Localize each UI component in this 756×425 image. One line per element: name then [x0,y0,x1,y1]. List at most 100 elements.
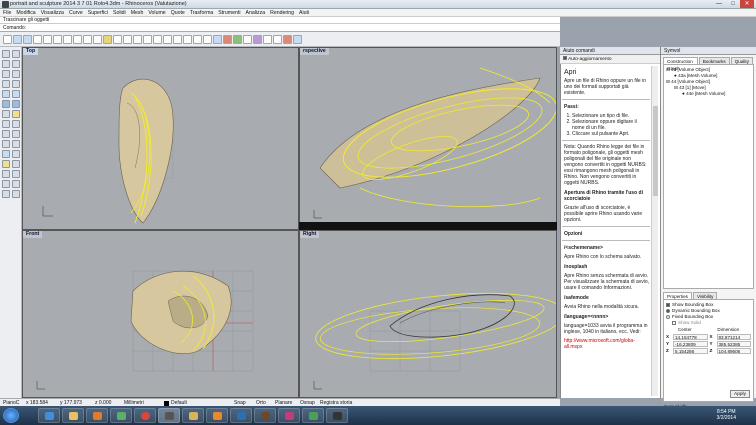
fixed-bbox-radio[interactable] [666,315,670,319]
trim-icon[interactable] [12,110,20,118]
minimize-button[interactable]: — [712,0,726,8]
cut-icon[interactable] [53,34,62,44]
move-icon[interactable] [2,120,10,128]
help-icon[interactable] [293,34,302,44]
system-clock[interactable]: 8:54 PM 3/2/2014 [717,409,736,421]
dim-x-field[interactable]: 93.871214 [716,334,751,340]
mirror-icon[interactable] [2,140,10,148]
extrude-icon[interactable] [12,90,20,98]
redo-icon[interactable] [93,34,102,44]
viewport-label-top[interactable]: Top [23,48,39,55]
explode-icon[interactable] [12,180,20,188]
text-icon[interactable] [12,160,20,168]
viewport-top[interactable]: Top [22,47,299,230]
menu-superfici[interactable]: Superfici [88,9,108,17]
tab-properties[interactable]: Properties [663,292,692,299]
shaded-icon[interactable] [213,34,222,44]
arc-icon[interactable] [12,70,20,78]
layers-icon[interactable] [233,34,242,44]
material-icon[interactable] [283,34,292,44]
apply-button[interactable]: Apply [730,390,750,398]
analyze-icon[interactable] [2,170,10,178]
viewport-perspective[interactable]: rspective [299,47,557,230]
center-y-field[interactable]: -16.23809 [673,341,708,347]
join-icon[interactable] [2,180,10,188]
taskbar-illustrator[interactable] [206,408,228,423]
menu-modifica[interactable]: Modifica [16,9,35,17]
select-icon[interactable] [193,34,202,44]
taskbar-bridge[interactable] [254,408,276,423]
copy-object-icon[interactable] [12,120,20,128]
menu-visualizza[interactable]: Visualizza [41,9,64,17]
perspective-view-canvas[interactable] [300,48,557,230]
menu-curve[interactable]: Curve [69,9,83,17]
import-icon[interactable] [43,34,52,44]
undo-icon[interactable] [83,34,92,44]
command-input[interactable] [29,25,230,31]
taskbar-explorer[interactable] [62,408,84,423]
dim-y-field[interactable]: 385.52385 [716,341,751,347]
four-viewports-icon[interactable] [173,34,182,44]
close-button[interactable]: ✕ [740,0,754,8]
menu-solidi[interactable]: Solidi [113,9,126,17]
curve-icon[interactable] [12,60,20,68]
tab-bookmarks[interactable]: Bookmarks [698,57,730,64]
dynamic-bbox-radio[interactable] [666,309,670,313]
front-view-canvas[interactable] [23,231,299,398]
viewport-label-front[interactable]: Front [23,231,43,238]
render-tool-icon[interactable] [12,170,20,178]
taskbar-app[interactable] [110,408,132,423]
tab-visibility[interactable]: Visibility [692,292,718,299]
viewport-right[interactable]: Right [299,230,557,398]
menu-rendering[interactable]: Rendering [270,9,294,17]
polygon-icon[interactable] [12,80,20,88]
rendered-icon[interactable] [223,34,232,44]
taskbar-indesign[interactable] [278,408,300,423]
pan-hand-icon[interactable] [103,34,112,44]
menu-aiuti[interactable]: Aiuti [299,9,309,17]
help-scroll-thumb[interactable] [653,106,658,196]
taskbar-ie[interactable] [38,408,60,423]
tree-node[interactable]: ● 44e [Mesh Volume] [666,91,751,97]
zoom-extents-icon[interactable] [143,34,152,44]
menu-mesh[interactable]: Mesh [131,9,144,17]
rectangle-icon[interactable] [2,80,10,88]
wireframe-icon[interactable] [203,34,212,44]
zoom-selected-icon[interactable] [153,34,162,44]
copy-icon[interactable] [63,34,72,44]
render-icon[interactable] [273,34,282,44]
top-view-canvas[interactable] [23,48,299,230]
viewport-label-perspective[interactable]: rspective [300,48,329,55]
boolean-icon[interactable] [2,150,10,158]
taskbar-media[interactable] [86,408,108,423]
polyline-icon[interactable] [2,60,10,68]
menu-volume[interactable]: Volume [148,9,165,17]
viewport-label-right[interactable]: Right [300,231,320,238]
menu-file[interactable]: File [3,9,11,17]
rotate-icon[interactable] [2,130,10,138]
menu-strumenti[interactable]: Strumenti [218,9,240,17]
array-icon[interactable] [12,140,20,148]
taskbar-app-2[interactable] [326,408,348,423]
menu-analizza[interactable]: Analizza [245,9,265,17]
dim-z-field[interactable]: 104.89606 [716,348,751,354]
group-icon[interactable] [12,190,20,198]
zoom-icon[interactable] [123,34,132,44]
taskbar-photoshop[interactable] [230,408,252,423]
option-language-link[interactable]: http://www.microsoft.com/globa-all.mspx [564,338,650,350]
taskbar-chrome[interactable] [134,408,156,423]
select-arrow-icon[interactable] [2,50,10,58]
center-z-field[interactable]: 5.154286 [673,348,708,354]
print-icon[interactable] [33,34,42,44]
taskbar-folder[interactable] [182,408,204,423]
options-icon[interactable] [263,34,272,44]
mesh-icon[interactable] [2,110,10,118]
sphere-icon[interactable] [12,100,20,108]
scale-icon[interactable] [12,130,20,138]
viewport-front[interactable]: Front [22,230,299,398]
split-icon[interactable] [2,190,10,198]
center-x-field[interactable]: 14.154778 [673,334,708,340]
help-scrollbar[interactable] [651,66,658,396]
paste-icon[interactable] [73,34,82,44]
surface-icon[interactable] [2,90,10,98]
